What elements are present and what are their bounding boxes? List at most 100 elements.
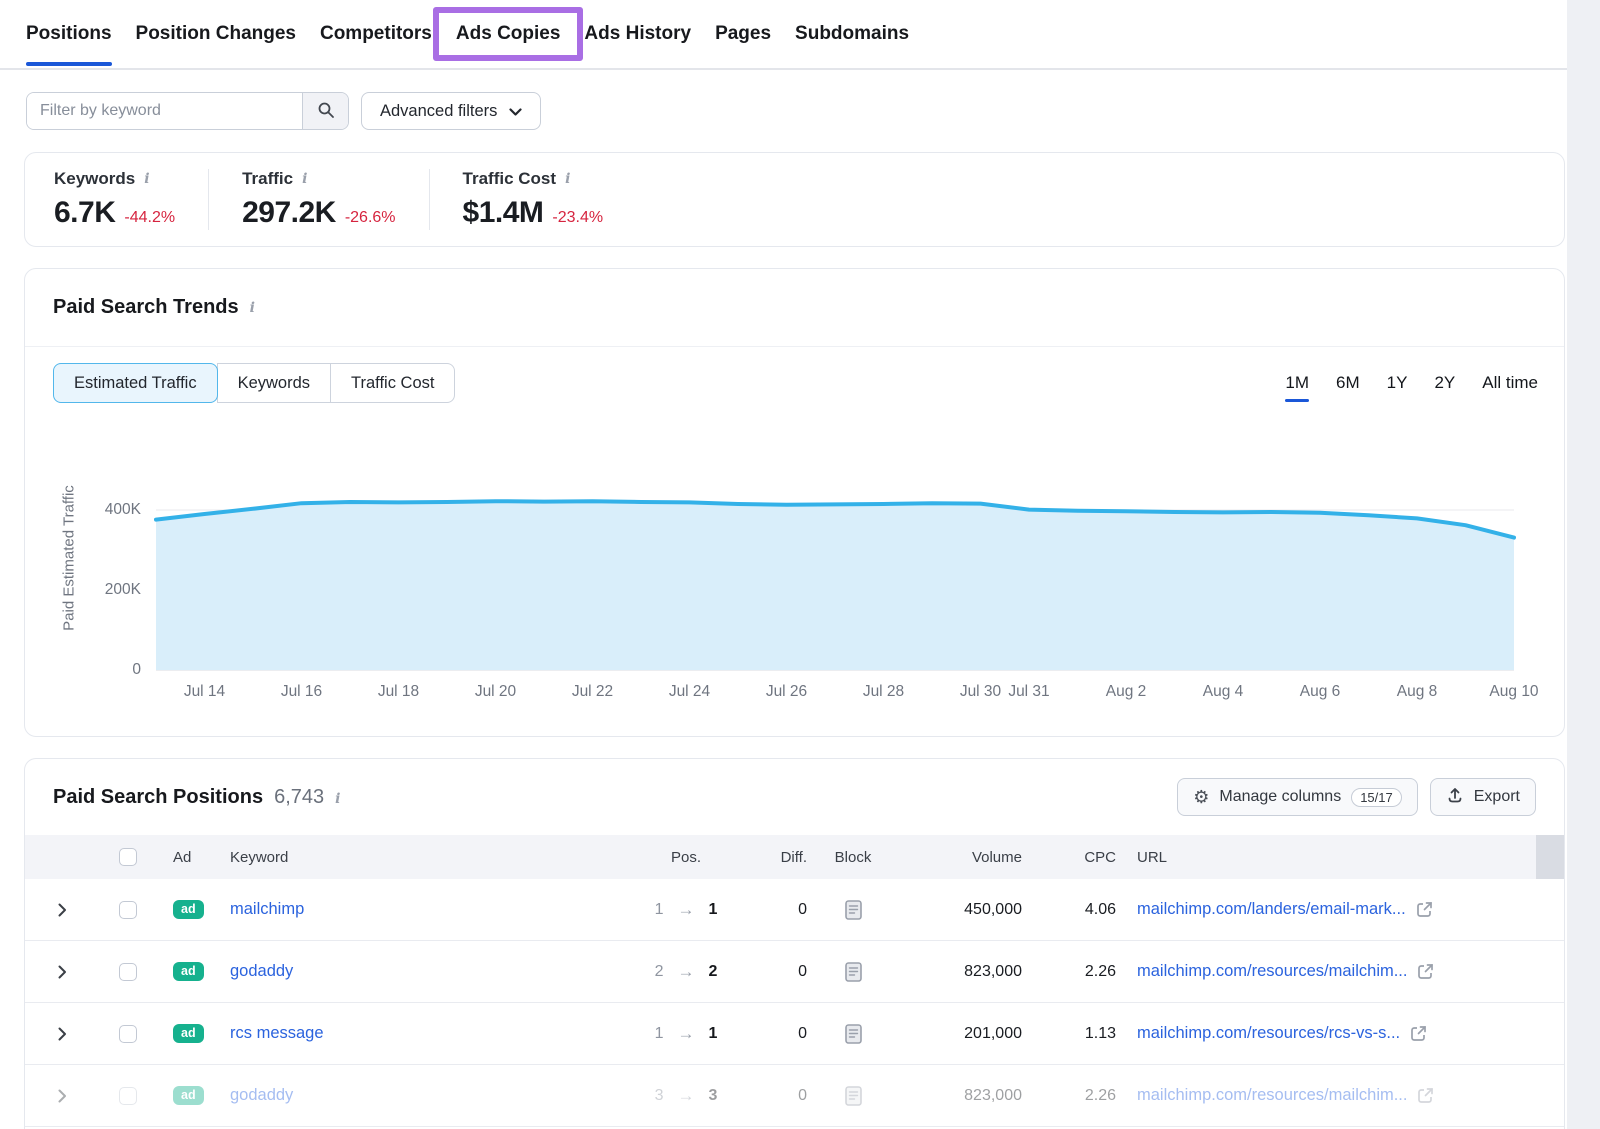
- y-tick-label: 400K: [81, 501, 141, 519]
- url-link[interactable]: mailchimp.com/resources/mailchim...: [1137, 962, 1407, 981]
- x-tick-label: Jul 22: [572, 683, 613, 701]
- range-1m[interactable]: 1M: [1285, 373, 1309, 393]
- page-right-gutter: [1567, 0, 1600, 1129]
- keyword-cell: godaddy: [219, 1086, 595, 1105]
- export-button[interactable]: Export: [1430, 778, 1536, 816]
- chevron-down-icon: [509, 102, 522, 121]
- col-header-diff[interactable]: Diff.: [781, 849, 813, 866]
- export-label: Export: [1474, 788, 1520, 806]
- row-expand-chevron-icon[interactable]: [58, 1027, 67, 1041]
- nav-tab-competitors[interactable]: Competitors: [320, 23, 432, 45]
- keyword-link[interactable]: rcs message: [230, 1024, 324, 1042]
- advanced-filters-button[interactable]: Advanced filters: [361, 92, 541, 130]
- paid-search-positions-card: Paid Search Positions 6,743 i ⚙ Manage c…: [24, 758, 1565, 1129]
- keyword-link[interactable]: godaddy: [230, 1086, 293, 1104]
- row-checkbox[interactable]: [119, 1087, 137, 1105]
- keyword-filter-input[interactable]: [27, 93, 302, 129]
- summary-stats: Keywordsi6.7K-44.2% Traffic i 297.2K-26.6% T…: [24, 152, 1565, 247]
- nav-tab-positions[interactable]: Positions: [26, 23, 112, 45]
- x-tick-label: Jul 26: [766, 683, 807, 701]
- url-cell: mailchimp.com/landers/email-mark...: [1137, 900, 1536, 919]
- url-link[interactable]: mailchimp.com/resources/mailchim...: [1137, 1086, 1407, 1105]
- arrow-right-icon: →: [678, 900, 695, 920]
- stat-label: Traffic: [242, 169, 293, 189]
- nav-tab-ads-copies[interactable]: Ads Copies: [433, 7, 584, 61]
- external-link-icon[interactable]: [1409, 1024, 1428, 1043]
- block-ad-icon[interactable]: [845, 1086, 862, 1106]
- stat-traffic-cost: Traffic Costi$1.4M-23.4%: [429, 169, 637, 230]
- table-row: admailchimp1→10450,0004.06mailchimp.com/…: [25, 879, 1564, 941]
- search-button[interactable]: [302, 93, 348, 129]
- position-from: 2: [655, 963, 664, 981]
- export-icon: [1446, 786, 1464, 809]
- range-6m[interactable]: 6M: [1336, 373, 1360, 393]
- metric-tab-keywords[interactable]: Keywords: [217, 363, 331, 403]
- stat-change: -44.2%: [124, 209, 175, 227]
- x-tick-label: Aug 4: [1203, 683, 1244, 701]
- range-selector: 1M 6M 1Y 2Y All time: [1285, 373, 1538, 393]
- url-cell: mailchimp.com/resources/mailchim...: [1137, 1086, 1536, 1105]
- row-expand-chevron-icon[interactable]: [58, 903, 67, 917]
- col-header-volume[interactable]: Volume: [972, 849, 1063, 866]
- col-header-pos[interactable]: Pos.: [595, 849, 743, 866]
- position-to: 1: [709, 1025, 718, 1043]
- y-tick-label: 200K: [81, 581, 141, 599]
- nav-tab-position-changes[interactable]: Position Changes: [136, 23, 296, 45]
- row-expand-chevron-icon[interactable]: [58, 965, 67, 979]
- cpc-cell: 1.13: [1085, 1025, 1137, 1043]
- nav-tab-pages[interactable]: Pages: [715, 23, 771, 45]
- col-header-ad[interactable]: Ad: [157, 849, 219, 866]
- stat-keywords: Keywordsi6.7K-44.2%: [54, 169, 208, 230]
- positions-header: Paid Search Positions 6,743 i ⚙ Manage c…: [25, 759, 1564, 835]
- info-icon[interactable]: i: [565, 171, 570, 187]
- stat-change: -23.4%: [552, 209, 603, 227]
- position-cell: 1→1: [595, 1024, 743, 1044]
- nav-tab-subdomains[interactable]: Subdomains: [795, 23, 909, 45]
- col-header-cpc[interactable]: CPC: [1084, 849, 1137, 866]
- table-row: adrcs message1→10201,0001.13mailchimp.co…: [25, 1003, 1564, 1065]
- metric-tab-traffic-cost[interactable]: Traffic Cost: [330, 363, 455, 403]
- range-all-time[interactable]: All time: [1482, 373, 1538, 393]
- y-axis-title: Paid Estimated Traffic: [61, 485, 78, 631]
- external-link-icon[interactable]: [1415, 900, 1434, 919]
- block-ad-icon[interactable]: [845, 962, 862, 982]
- row-checkbox[interactable]: [119, 963, 137, 981]
- table-header: Ad Keyword Pos. Diff. Block Volume CPC U…: [25, 835, 1564, 879]
- block-ad-icon[interactable]: [845, 900, 862, 920]
- position-cell: 3→3: [595, 1086, 743, 1106]
- trends-controls: Estimated TrafficKeywordsTraffic Cost 1M…: [53, 363, 1538, 403]
- ad-badge-cell: ad: [157, 900, 219, 919]
- keyword-link[interactable]: godaddy: [230, 962, 293, 980]
- table-scrollbar-thumb[interactable]: [1536, 835, 1565, 879]
- trends-chart: 0200K400KJul 14Jul 16Jul 18Jul 20Jul 22J…: [25, 269, 1564, 736]
- ad-badge: ad: [173, 962, 204, 981]
- col-header-block[interactable]: Block: [835, 849, 872, 866]
- url-link[interactable]: mailchimp.com/resources/rcs-vs-s...: [1137, 1024, 1400, 1043]
- row-checkbox[interactable]: [119, 901, 137, 919]
- url-link[interactable]: mailchimp.com/landers/email-mark...: [1137, 900, 1406, 919]
- range-1y[interactable]: 1Y: [1387, 373, 1408, 393]
- position-from: 1: [655, 901, 664, 919]
- manage-columns-button[interactable]: ⚙ Manage columns 15/17: [1177, 778, 1418, 816]
- stat-value: 297.2K: [242, 196, 336, 230]
- info-icon[interactable]: i: [144, 171, 149, 187]
- col-header-keyword[interactable]: Keyword: [219, 849, 595, 866]
- ad-badge: ad: [173, 1086, 204, 1105]
- external-link-icon[interactable]: [1416, 962, 1435, 981]
- nav-tab-ads-history[interactable]: Ads History: [584, 23, 691, 45]
- info-icon[interactable]: i: [302, 171, 307, 187]
- block-ad-icon[interactable]: [845, 1024, 862, 1044]
- arrow-right-icon: →: [678, 1024, 695, 1044]
- select-all-checkbox[interactable]: [119, 848, 137, 866]
- stat-value-row: 297.2K-26.6%: [242, 196, 395, 230]
- gear-icon: ⚙: [1193, 788, 1209, 806]
- info-icon[interactable]: i: [335, 791, 340, 807]
- keyword-link[interactable]: mailchimp: [230, 900, 304, 918]
- advanced-filters-label: Advanced filters: [380, 102, 497, 121]
- range-2y[interactable]: 2Y: [1434, 373, 1455, 393]
- external-link-icon[interactable]: [1416, 1086, 1435, 1105]
- row-expand-chevron-icon[interactable]: [58, 1089, 67, 1103]
- row-checkbox[interactable]: [119, 1025, 137, 1043]
- metric-tab-estimated-traffic[interactable]: Estimated Traffic: [53, 363, 218, 403]
- col-header-url[interactable]: URL: [1137, 849, 1536, 866]
